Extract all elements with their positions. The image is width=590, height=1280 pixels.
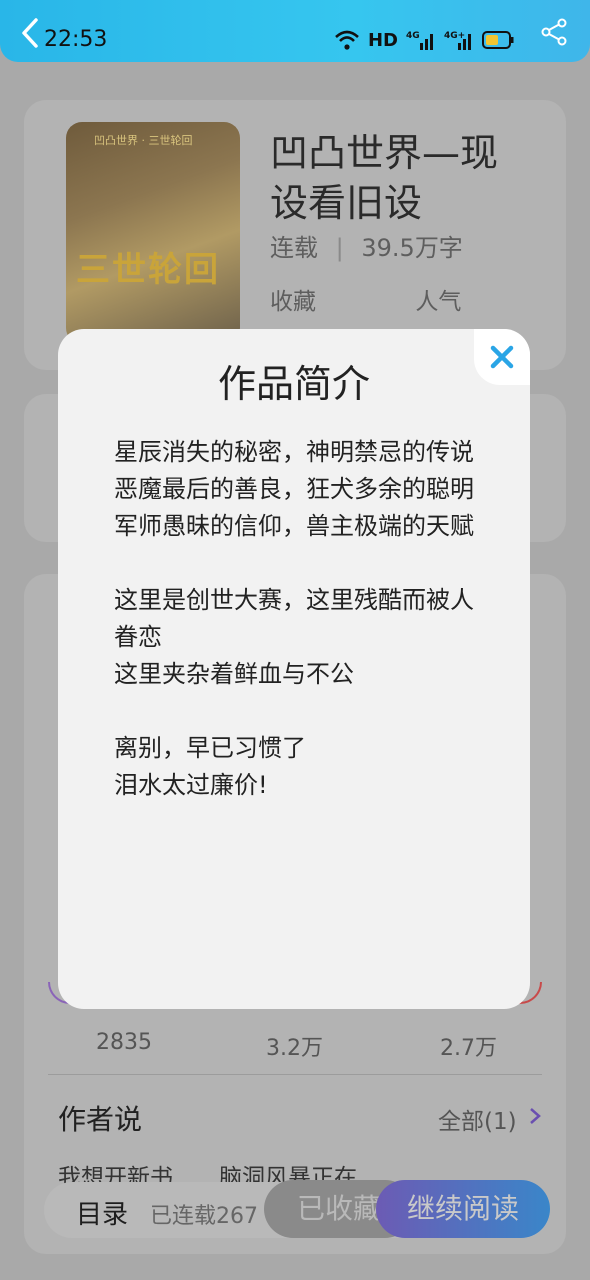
synopsis-line: 泪水太过廉价!: [114, 771, 268, 799]
cover-title: 三世轮回: [76, 250, 220, 290]
wifi-icon: [335, 30, 359, 50]
author-all-link[interactable]: 全部(1): [438, 1102, 517, 1136]
synopsis-line: 离别，早已习惯了: [114, 734, 306, 762]
favorites-label: 收藏: [270, 289, 316, 315]
synopsis-line: 这里是创世大赛，这里残酷而被人眷恋: [114, 586, 474, 651]
author-section-title: 作者说: [58, 1103, 143, 1136]
battery-icon: [482, 31, 514, 49]
book-title: 凹凸世界—现设看旧设: [270, 131, 499, 225]
continue-reading-button[interactable]: 继续阅读: [376, 1180, 550, 1238]
synopsis-text: 星辰消失的秘密，神明禁忌的传说 恶魔最后的善良，狂犬多余的聪明 军师愚昧的信仰，…: [114, 434, 484, 804]
signal-4gplus-icon: 4G+: [444, 31, 471, 50]
signal-4g-icon: 4G: [406, 31, 433, 50]
status-time: 22:53: [44, 27, 108, 52]
book-status-line: 连载 | 39.5万字: [270, 228, 463, 263]
modal-title: 作品简介: [217, 362, 370, 406]
synopsis-line: 军师愚昧的信仰，兽主极端的天赋: [114, 512, 474, 540]
svg-text:4G: 4G: [406, 31, 420, 41]
synopsis-gap: [114, 545, 484, 582]
stat-value-1: 2835: [96, 1030, 152, 1055]
popularity-label: 人气: [415, 289, 462, 315]
status-divider: |: [335, 234, 344, 262]
cover-top-text: 凹凸世界 · 三世轮回: [94, 134, 193, 147]
book-status: 连载: [270, 234, 318, 262]
serial-status: 已连载267: [150, 1204, 258, 1229]
book-meta: 收藏 人气: [270, 282, 553, 316]
divider: [48, 1074, 542, 1075]
synopsis-gap: [114, 693, 484, 730]
synopsis-line: 星辰消失的秘密，神明禁忌的传说: [114, 438, 474, 466]
toc-button[interactable]: 目录: [76, 1194, 128, 1231]
book-word-count: 39.5万字: [361, 234, 463, 262]
status-bar: 22:53 HD 4G 4G+: [0, 0, 590, 62]
stat-value-3: 2.7万: [440, 1036, 497, 1061]
back-arrow-icon[interactable]: [18, 16, 44, 50]
svg-text:4G+: 4G+: [444, 31, 465, 41]
chevron-right-icon[interactable]: [528, 1106, 542, 1126]
stat-value-2: 3.2万: [266, 1036, 323, 1061]
book-cover[interactable]: 凹凸世界 · 三世轮回 三世轮回: [66, 122, 240, 344]
synopsis-line: 这里夹杂着鲜血与不公: [114, 660, 354, 688]
synopsis-line: 恶魔最后的善良，狂犬多余的聪明: [114, 475, 474, 503]
hd-label: HD: [367, 29, 398, 51]
share-icon[interactable]: [540, 18, 568, 46]
status-icons: HD 4G 4G+: [334, 26, 514, 54]
